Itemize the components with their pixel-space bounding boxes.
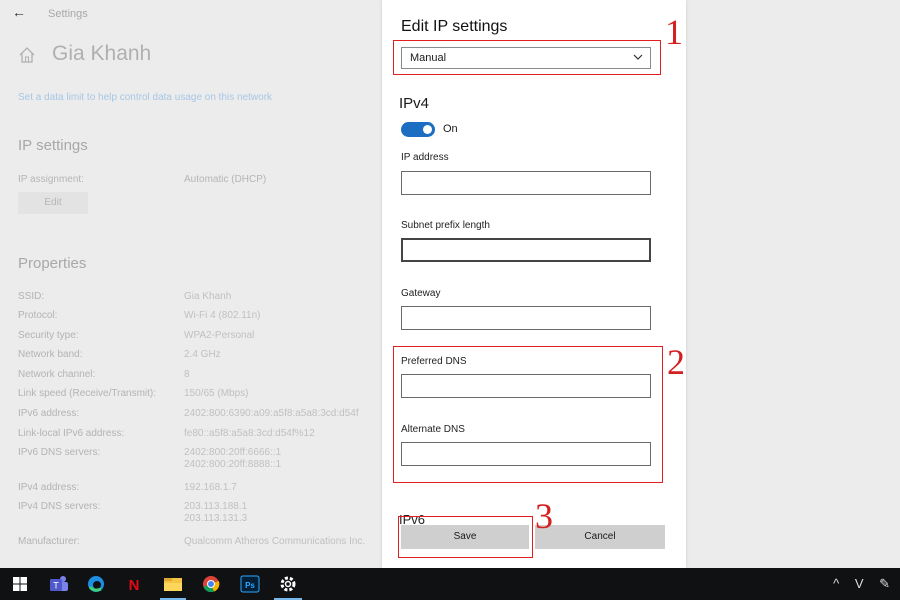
edit-ip-button[interactable]: Edit [18,192,88,214]
property-label: IPv6 address: [18,408,80,419]
ip-assignment-value: Automatic (DHCP) [184,174,267,185]
data-limit-link[interactable]: Set a data limit to help control data us… [18,92,272,103]
annotation-box-2 [393,346,663,483]
annotation-box-3 [398,516,533,558]
cancel-button[interactable]: Cancel [535,525,665,549]
property-value: 2402:800:6390:a09:a5f8:a5a8:3cd:d54f [184,408,359,419]
gateway-input[interactable] [401,306,651,330]
annotation-number-3: 3 [535,496,553,536]
property-value: WPA2-Personal [184,330,255,341]
toggle-state-label: On [443,123,458,135]
property-label: IPv6 DNS servers: [18,447,101,458]
window-title: Settings [48,8,88,20]
properties-heading: Properties [18,255,87,272]
property-value: 2402:800:20ff:6666::1 2402:800:20ff:8888… [184,447,282,470]
property-value: Wi-Fi 4 (802.11n) [184,310,261,321]
property-label: Network channel: [18,369,96,380]
teams-icon[interactable]: T [47,573,71,595]
property-value: Qualcomm Atheros Communications Inc. [184,536,366,547]
annotation-number-1: 1 [665,12,683,52]
dialog-title: Edit IP settings [401,18,508,35]
annotation-number-2: 2 [667,342,685,382]
system-tray[interactable]: ^ V ✎ [833,576,896,592]
edge-icon[interactable] [84,573,108,595]
ipv4-toggle[interactable] [401,122,435,137]
ipv4-heading: IPv4 [399,95,430,112]
property-label: Protocol: [18,310,58,321]
file-explorer-icon[interactable] [161,573,185,595]
taskbar: T N Ps ^ V ✎ [0,568,900,600]
subnet-prefix-label: Subnet prefix length [401,220,490,231]
property-label: Security type: [18,330,79,341]
subnet-prefix-input[interactable] [401,238,651,262]
property-label: SSID: [18,291,45,302]
property-label: Link-local IPv6 address: [18,428,125,439]
settings-icon[interactable] [276,573,300,595]
photoshop-icon[interactable]: Ps [238,573,262,595]
netflix-icon[interactable]: N [122,573,146,595]
network-name-heading: Gia Khanh [52,42,152,65]
home-icon [19,47,35,63]
back-arrow-icon[interactable]: ← [12,4,26,20]
chrome-icon[interactable] [199,573,223,595]
property-label: IPv4 address: [18,482,80,493]
toggle-knob [423,125,432,134]
annotation-box-1 [393,40,661,75]
svg-text:T: T [53,581,59,591]
property-label: IPv4 DNS servers: [18,501,101,512]
property-value: 150/65 (Mbps) [184,388,249,399]
property-label: Link speed (Receive/Transmit): [18,388,157,399]
property-value: Gia Khanh [184,291,232,302]
ip-address-input[interactable] [401,171,651,195]
svg-text:Ps: Ps [245,581,255,590]
property-value: fe80::a5f8:a5a8:3cd:d54f%12 [184,428,315,439]
ip-settings-heading: IP settings [18,137,88,154]
ip-address-label: IP address [401,152,449,163]
gateway-label: Gateway [401,288,441,299]
ip-assignment-label: IP assignment: [18,174,84,185]
property-label: Network band: [18,349,83,360]
windows-start-icon[interactable] [8,573,32,595]
property-value: 192.168.1.7 [184,482,237,493]
property-value: 203.113.188.1 203.113.131.3 [184,501,248,524]
property-value: 8 [184,369,190,380]
svg-text:N: N [129,577,140,594]
property-label: Manufacturer: [18,536,80,547]
property-value: 2.4 GHz [184,349,221,360]
